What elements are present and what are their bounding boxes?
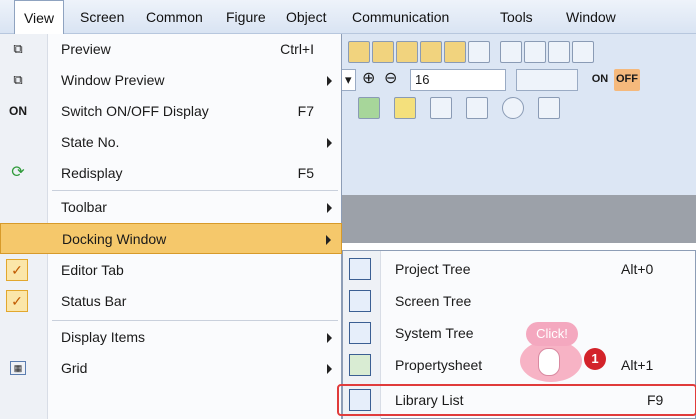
split-icon[interactable] [572, 41, 594, 63]
paste-icon[interactable] [444, 41, 466, 63]
data-icon[interactable] [348, 41, 370, 63]
screen-tree-icon [349, 290, 371, 312]
data-edit-icon[interactable] [396, 41, 418, 63]
click-bubble: Click! [526, 322, 578, 346]
submenu-item-shortcut: Alt+1 [621, 357, 654, 373]
menu-item-redisplay[interactable]: ⟳ Redisplay F5 [0, 158, 342, 189]
bulb-icon[interactable] [394, 97, 416, 119]
menu-common[interactable]: Common [146, 0, 203, 34]
menu-tools[interactable]: Tools [500, 0, 533, 34]
library-list-icon [349, 389, 371, 411]
menu-object[interactable]: Object [286, 0, 326, 34]
on-button[interactable]: ON [588, 69, 612, 91]
clock-icon[interactable] [502, 97, 524, 119]
zoom-out-icon[interactable]: ⊖ [384, 69, 406, 91]
menu-item-shortcut: F7 [297, 103, 314, 119]
submenu-arrow-icon [327, 203, 332, 213]
menu-item-status-bar[interactable]: ✓ Status Bar [0, 286, 342, 317]
submenu-arrow-icon [327, 138, 332, 148]
menu-item-shortcut: F5 [297, 165, 314, 181]
submenu-item-shortcut: F9 [647, 392, 664, 408]
numeric-display-icon[interactable] [430, 97, 452, 119]
submenu-arrow-icon [327, 76, 332, 86]
menu-item-preview[interactable]: ⧉ Preview Ctrl+I [0, 34, 342, 65]
color-combo[interactable] [516, 69, 578, 91]
view-menu: ⧉ Preview Ctrl+I ⧉ Window Preview ON Swi… [0, 34, 342, 419]
propertysheet-icon [349, 354, 371, 376]
off-button[interactable]: OFF [614, 69, 640, 91]
menu-separator [52, 320, 338, 321]
menu-item-label: Display Items [61, 329, 146, 345]
menu-item-label: Editor Tab [61, 262, 124, 278]
submenu-item-library-list[interactable]: Library List F9 [337, 384, 696, 416]
text-display-icon[interactable] [466, 97, 488, 119]
toolbar-row-1 [340, 38, 696, 66]
checkmark-icon: ✓ [6, 259, 28, 281]
submenu-arrow-icon [326, 235, 331, 245]
menu-item-label: Redisplay [61, 165, 123, 181]
menu-screen[interactable]: Screen [80, 0, 124, 34]
menu-view[interactable]: View [14, 0, 64, 35]
menu-item-window-preview[interactable]: ⧉ Window Preview [0, 65, 342, 96]
submenu-item-screen-tree[interactable]: Screen Tree [343, 285, 695, 317]
window-preview-icon: ⧉ [13, 72, 23, 87]
grid-icon: ▦ [10, 361, 26, 375]
submenu-item-label: System Tree [395, 325, 474, 341]
menu-item-label: Window Preview [61, 72, 165, 88]
project-tree-icon [349, 258, 371, 280]
mouse-icon [538, 348, 560, 376]
submenu-arrow-icon [327, 364, 332, 374]
menu-item-label: Switch ON/OFF Display [61, 103, 209, 119]
submenu-item-label: Project Tree [395, 261, 471, 277]
layout-icon[interactable] [500, 41, 522, 63]
menu-item-state-no[interactable]: State No. [0, 127, 342, 158]
system-tree-icon [349, 322, 371, 344]
copy-icon[interactable] [420, 41, 442, 63]
menu-item-label: Toolbar [61, 199, 107, 215]
submenu-item-project-tree[interactable]: Project Tree Alt+0 [343, 253, 695, 285]
menu-item-display-items[interactable]: Display Items [0, 322, 342, 353]
lamp-icon[interactable] [358, 97, 380, 119]
menu-window[interactable]: Window [566, 0, 616, 34]
refresh-icon: ⟳ [11, 164, 25, 181]
menu-item-label: State No. [61, 134, 120, 150]
zoom-dropdown[interactable]: ▾ [340, 69, 356, 91]
menu-separator [52, 190, 338, 191]
frame-icon[interactable] [548, 41, 570, 63]
menu-item-label: Preview [61, 41, 111, 57]
font-size-combo[interactable]: 16 [410, 69, 506, 91]
on-off-icon: ON [9, 104, 27, 118]
submenu-item-label: Propertysheet [395, 357, 483, 373]
menu-item-label: Status Bar [61, 293, 127, 309]
submenu-item-shortcut: Alt+0 [621, 261, 654, 277]
menu-item-label: Grid [61, 360, 88, 376]
submenu-item-label: Screen Tree [395, 293, 472, 309]
submenu-arrow-icon [327, 333, 332, 343]
checkmark-icon: ✓ [6, 290, 28, 312]
preview-tool-icon[interactable] [372, 41, 394, 63]
toolbar-row-3 [340, 94, 696, 122]
preview-icon: ⧉ [13, 41, 23, 56]
menu-item-editor-tab[interactable]: ✓ Editor Tab [0, 255, 342, 286]
toolbar-row-2: ▾ ⊕ ⊖ 16 ON OFF [340, 66, 696, 94]
click-callout: Click! 1 [518, 322, 606, 384]
menu-communication[interactable]: Communication [352, 0, 449, 34]
comment-icon[interactable] [538, 97, 560, 119]
menu-item-switch-on-off[interactable]: ON Switch ON/OFF Display F7 [0, 96, 342, 127]
canvas-header [340, 195, 696, 243]
menu-item-grid[interactable]: ▦ Grid [0, 353, 342, 384]
window-icon[interactable] [524, 41, 546, 63]
menu-item-label: Docking Window [62, 231, 167, 247]
menu-item-docking-window[interactable]: Docking Window [0, 223, 342, 254]
submenu-item-label: Library List [395, 392, 464, 408]
check-icon[interactable] [468, 41, 490, 63]
step-number-badge: 1 [584, 348, 606, 370]
menu-bar: View Screen Common Figure Object Communi… [0, 0, 696, 35]
zoom-in-icon[interactable]: ⊕ [362, 69, 384, 91]
menu-figure[interactable]: Figure [226, 0, 266, 34]
menu-item-shortcut: Ctrl+I [280, 41, 314, 57]
menu-item-toolbar[interactable]: Toolbar [0, 192, 342, 223]
